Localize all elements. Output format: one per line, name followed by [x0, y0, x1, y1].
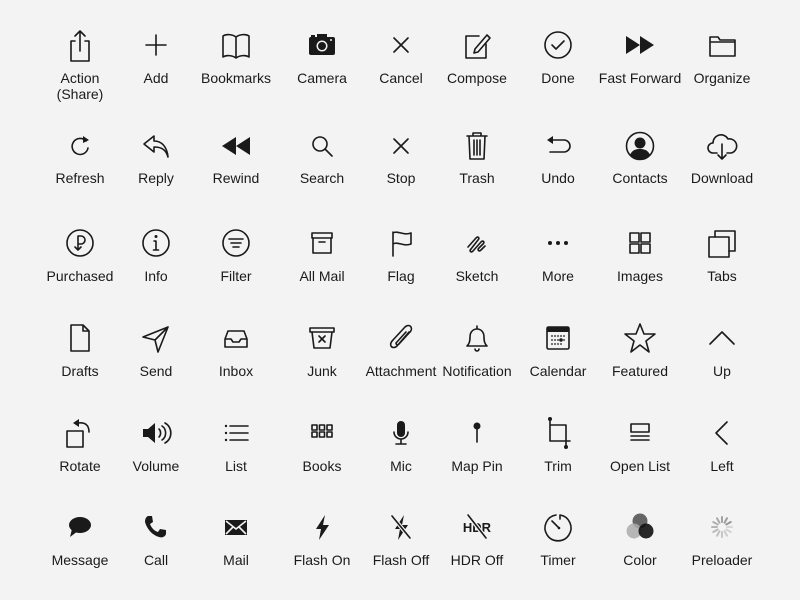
icon-label-line: Tabs — [707, 268, 737, 284]
rotate-icon — [60, 413, 100, 453]
mail-icon — [216, 507, 256, 547]
timer-icon — [538, 507, 578, 547]
notification-icon — [457, 318, 497, 358]
icon-label-line: Organize — [693, 70, 751, 86]
drafts-icon — [60, 318, 100, 358]
icon-label: Download — [662, 170, 782, 186]
message-icon — [60, 507, 100, 547]
purchased-icon — [60, 223, 100, 263]
search-icon — [302, 126, 342, 166]
open-list-icon — [620, 413, 660, 453]
attachment-icon — [381, 318, 421, 358]
flag-icon — [381, 223, 421, 263]
call-icon — [136, 507, 176, 547]
flash-off-icon — [381, 507, 421, 547]
send-icon — [136, 318, 176, 358]
list-icon — [216, 413, 256, 453]
info-icon — [136, 223, 176, 263]
volume-icon — [136, 413, 176, 453]
trim-icon — [538, 413, 578, 453]
rewind-icon — [216, 126, 256, 166]
icon-label: Up — [662, 363, 782, 379]
calendar-icon — [538, 318, 578, 358]
cancel-icon — [381, 25, 421, 65]
organize-icon — [702, 25, 742, 65]
images-icon — [620, 223, 660, 263]
icon-label-line: Download — [690, 170, 754, 186]
icon-label: Left — [662, 458, 782, 474]
fast-forward-icon — [620, 25, 660, 65]
flash-on-icon — [302, 507, 342, 547]
color-icon — [620, 507, 660, 547]
map-pin-icon — [457, 413, 497, 453]
undo-icon — [538, 126, 578, 166]
contacts-icon — [620, 126, 660, 166]
books-icon — [302, 413, 342, 453]
featured-icon — [620, 318, 660, 358]
icon-label-line: Up — [713, 363, 731, 379]
icon-label-line: Left — [710, 458, 734, 474]
add-icon — [136, 25, 176, 65]
compose-icon — [457, 25, 497, 65]
camera-icon — [302, 25, 342, 65]
hdr-off-icon: HDR — [457, 507, 497, 547]
preloader-icon — [702, 507, 742, 547]
mic-icon — [381, 413, 421, 453]
left-icon — [702, 413, 742, 453]
more-icon — [538, 223, 578, 263]
icon-label-line: (Share) — [56, 86, 104, 102]
filter-icon — [216, 223, 256, 263]
download-icon — [702, 126, 742, 166]
reply-icon — [136, 126, 176, 166]
icon-label: Tabs — [662, 268, 782, 284]
tabs-icon — [702, 223, 742, 263]
all-mail-icon — [302, 223, 342, 263]
icon-label: Preloader — [662, 552, 782, 568]
icon-label-line: Preloader — [691, 552, 753, 568]
icon-label: Organize — [662, 70, 782, 86]
refresh-icon — [60, 126, 100, 166]
stop-icon — [381, 126, 421, 166]
junk-icon — [302, 318, 342, 358]
trash-icon — [457, 126, 497, 166]
sketch-icon — [457, 223, 497, 263]
inbox-icon — [216, 318, 256, 358]
up-icon — [702, 318, 742, 358]
bookmarks-icon — [216, 25, 256, 65]
done-icon — [538, 25, 578, 65]
action-share-icon — [60, 25, 100, 65]
